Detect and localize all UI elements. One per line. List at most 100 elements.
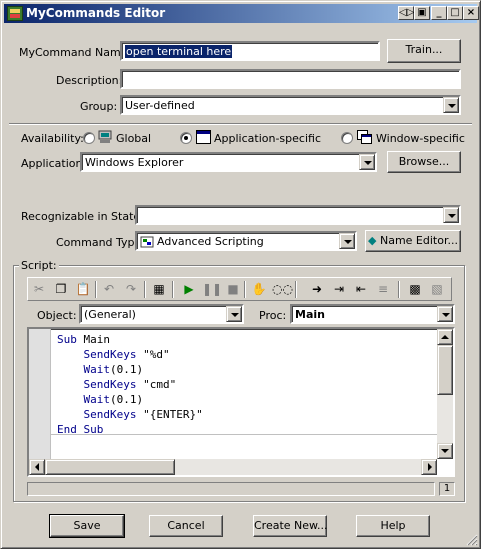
- availability-application-label: Application-specific: [214, 132, 321, 145]
- proc-select[interactable]: Main: [290, 304, 455, 324]
- description-input[interactable]: [120, 69, 461, 89]
- dialog-editor-icon[interactable]: ▦: [150, 281, 168, 298]
- step-over-icon[interactable]: ⇥: [330, 281, 348, 298]
- mycommands-editor-window: MyCommands Editor ◁▷ ▣ _ □ × MyCommand N…: [0, 0, 481, 549]
- minimize-button[interactable]: _: [431, 6, 447, 20]
- availability-application-radio[interactable]: [180, 132, 192, 144]
- hand-icon[interactable]: ✋: [250, 281, 268, 298]
- application-label: Application:: [21, 157, 87, 170]
- run-icon[interactable]: ▶: [180, 281, 198, 298]
- vertical-scrollbar[interactable]: [437, 329, 453, 459]
- chevron-down-icon[interactable]: [437, 306, 453, 322]
- chevron-down-icon[interactable]: [226, 306, 242, 322]
- object-label: Object:: [37, 309, 77, 322]
- diamond-icon: ◆: [368, 234, 377, 247]
- availability-window-radio[interactable]: [341, 132, 353, 144]
- help-button[interactable]: Help: [356, 515, 430, 537]
- chevron-down-icon[interactable]: [443, 207, 459, 223]
- chevron-down-icon[interactable]: [339, 233, 355, 249]
- step-out-icon[interactable]: ⇤: [352, 281, 370, 298]
- states-label: Recognizable in States:: [21, 210, 150, 223]
- pause-icon[interactable]: ❚❚: [202, 281, 222, 298]
- object-value: (General): [84, 308, 136, 321]
- toolbar-divider: [144, 281, 146, 298]
- command-type-value: Advanced Scripting: [157, 235, 264, 248]
- help-context-icon[interactable]: ◁▷: [398, 6, 414, 20]
- redo-icon[interactable]: ↷: [122, 281, 140, 298]
- resize-grip-icon[interactable]: [465, 533, 478, 546]
- availability-global-radio[interactable]: [83, 132, 95, 144]
- title-bar[interactable]: MyCommands Editor ◁▷ ▣ _ □ ×: [4, 4, 479, 23]
- script-group-label: Script:: [19, 259, 59, 272]
- cancel-button[interactable]: Cancel: [149, 515, 223, 537]
- states-select[interactable]: [135, 205, 461, 225]
- toolbar-divider: [172, 281, 174, 298]
- script-editor[interactable]: Sub Main SendKeys "%d" Wait(0.1) SendKey…: [27, 327, 455, 477]
- scroll-down-button[interactable]: [437, 443, 453, 459]
- copy-icon[interactable]: ❐: [52, 281, 70, 298]
- paste-icon[interactable]: 📋: [74, 281, 92, 298]
- code-line: Wait(0.1): [57, 363, 144, 376]
- end-of-procedure-line: [51, 434, 440, 435]
- window-specific-icon: [357, 130, 372, 144]
- mycommand-name-label: MyCommand Name:: [19, 46, 132, 59]
- script-status-bar: [27, 482, 435, 496]
- code-line: Sub Main: [57, 333, 110, 346]
- window-title: MyCommands Editor: [26, 6, 166, 20]
- mycommand-name-input[interactable]: open terminal here: [120, 41, 380, 61]
- properties-icon[interactable]: ▧: [428, 281, 446, 298]
- horizontal-scrollbar[interactable]: [29, 459, 437, 475]
- resize-icon[interactable]: ▣: [414, 6, 430, 20]
- view-icon[interactable]: ▩: [406, 281, 424, 298]
- object-select[interactable]: (General): [79, 304, 244, 324]
- scroll-right-button[interactable]: [421, 459, 437, 475]
- application-window-icon: [196, 130, 211, 144]
- divider: [9, 123, 472, 125]
- stop-icon[interactable]: ■: [224, 281, 242, 298]
- chevron-down-icon[interactable]: [443, 97, 459, 113]
- command-type-select[interactable]: Advanced Scripting: [135, 231, 357, 251]
- availability-label: Availability:: [21, 132, 84, 145]
- browse-button[interactable]: Browse...: [387, 151, 461, 173]
- availability-window-label: Window-specific: [376, 132, 465, 145]
- toolbar-divider: [244, 281, 246, 298]
- code-line: SendKeys "{ENTER}": [57, 408, 203, 421]
- app-icon: [7, 6, 23, 21]
- vertical-scroll-thumb[interactable]: [437, 345, 453, 395]
- chevron-down-icon[interactable]: [359, 154, 375, 170]
- application-value: Windows Explorer: [85, 156, 184, 169]
- command-type-label: Command Type:: [56, 236, 146, 249]
- undo-icon[interactable]: ↶: [100, 281, 118, 298]
- toolbar-divider: [398, 281, 400, 298]
- scroll-up-button[interactable]: [437, 329, 453, 345]
- create-new-button[interactable]: Create New...: [253, 515, 328, 537]
- cut-icon[interactable]: ✂: [30, 281, 48, 298]
- application-select[interactable]: Windows Explorer: [80, 152, 377, 172]
- proc-label: Proc:: [259, 309, 287, 322]
- train-button[interactable]: Train...: [387, 39, 461, 63]
- glasses-icon[interactable]: ◌◌: [272, 281, 293, 298]
- group-label: Group:: [80, 100, 118, 113]
- status-page-number: 1: [439, 482, 455, 496]
- save-button[interactable]: Save: [49, 514, 125, 538]
- mycommand-name-value: open terminal here: [125, 45, 233, 58]
- group-value: User-defined: [125, 99, 195, 112]
- toolbar-divider: [295, 281, 297, 298]
- name-editor-label: Name Editor...: [379, 234, 458, 247]
- toggle-breakpoint-icon[interactable]: ≡: [374, 281, 392, 298]
- maximize-button[interactable]: □: [447, 6, 463, 20]
- group-select[interactable]: User-defined: [120, 95, 461, 115]
- computer-icon: [98, 130, 112, 143]
- scroll-left-button[interactable]: [29, 459, 45, 475]
- toolbar-divider: [95, 281, 97, 298]
- name-editor-button[interactable]: ◆ Name Editor...: [365, 230, 461, 252]
- code-line: Wait(0.1): [57, 393, 144, 406]
- close-button[interactable]: ×: [463, 6, 479, 20]
- code-line: SendKeys "cmd": [57, 378, 177, 391]
- horizontal-scroll-thumb[interactable]: [45, 459, 175, 475]
- description-label: Description:: [56, 74, 123, 87]
- availability-global-label: Global: [116, 132, 152, 145]
- step-into-icon[interactable]: ➜: [308, 281, 326, 298]
- code-line: SendKeys "%d": [57, 348, 170, 361]
- script-toolbar: ✂ ❐ 📋 ↶ ↷ ▦ ▶ ❚❚ ■ ✋ ◌◌ ➜ ⇥ ⇤ ≡ ▩ ▧: [27, 277, 452, 301]
